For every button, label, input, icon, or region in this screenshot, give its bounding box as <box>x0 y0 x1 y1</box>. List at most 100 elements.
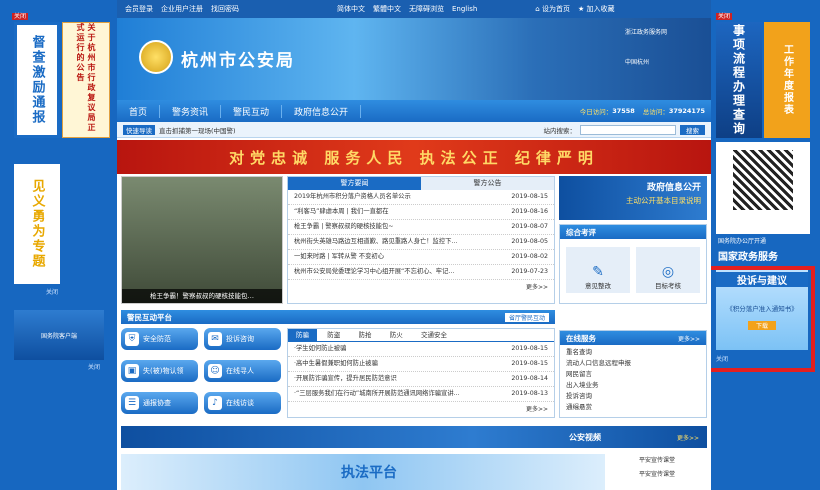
bulletin-button[interactable]: ☰ 通报协查 <box>121 392 198 414</box>
province-hall-link[interactable]: 省厅警民互动 <box>504 312 549 322</box>
nav-news[interactable]: 警务资讯 <box>160 104 222 118</box>
nav-gov-info[interactable]: 政府信息公开 <box>282 104 362 118</box>
right-banner-process[interactable]: 事项流程办理查询 <box>716 22 762 138</box>
item-title[interactable]: 一如来时路 | 军转从警 不变初心 <box>294 250 384 264</box>
list-item[interactable]: ·开展防诈骗宣传，提升居民防范意识 2019-08-14 <box>288 372 554 387</box>
video-header: 公安视频 更多>> <box>121 426 707 448</box>
list-item[interactable]: 杭州街头英雄马路边互相道歉、路见重路人身亡！监控下... 2019-08-05 <box>288 235 554 250</box>
list-item[interactable]: 2019年杭州市积分落户资格人员名单公示 2019-08-15 <box>288 190 554 205</box>
item-title[interactable]: 杭州街头英雄马路边互相道歉、路见重路人身亡！监控下... <box>294 235 457 249</box>
online-service-item[interactable]: 流动人口信息远程申报 <box>566 358 700 369</box>
online-service-item[interactable]: 出入境业务 <box>566 380 700 391</box>
gov-info-banner[interactable]: 政府信息公开 主动公开基本目录说明 <box>559 176 707 220</box>
item-title[interactable]: “利客马”肆虐本周 | 我们一直都在 <box>294 205 389 219</box>
list-item[interactable]: 杭州市公安局党委理论学习中心组开展“不忘初心、牢记... 2019-07-23 <box>288 265 554 280</box>
favorite-link[interactable]: ★ 加入收藏 <box>578 4 615 14</box>
list-item[interactable]: 一如来时路 | 军转从警 不变初心 2019-08-02 <box>288 250 554 265</box>
tab-police-news[interactable]: 警方要闻 <box>288 177 421 190</box>
nav-home[interactable]: 首页 <box>117 104 161 118</box>
list-item[interactable]: ·高中生暑假兼职如何防止被骗 2019-08-15 <box>288 357 554 372</box>
item-title[interactable]: ·“三层服务我们在行动”城南所开展防范通讯网络诈骗宣讲... <box>294 387 460 401</box>
list-item[interactable]: ·学生如何防止被骗 2019-08-15 <box>288 342 554 357</box>
left-ad-app[interactable]: 国务院客户端 <box>14 310 104 360</box>
complaint-consult-button[interactable]: ✉ 投诉咨询 <box>204 328 281 350</box>
set-home-link[interactable]: ⌂ 设为首页 <box>535 4 570 14</box>
tab-fire[interactable]: 防火 <box>382 329 411 341</box>
item-title[interactable]: 杭州市公安局党委理论学习中心组开展“不忘初心、牢记... <box>294 265 454 279</box>
tab-fraud[interactable]: 防骗 <box>288 329 317 341</box>
chat-icon: ✉ <box>208 332 222 346</box>
lost-found-button[interactable]: ▣ 失(被)物认领 <box>121 360 198 382</box>
left-close-link-2[interactable]: 关闭 <box>46 287 58 296</box>
online-service-item[interactable]: 网民留言 <box>566 369 700 380</box>
bulletin-icon: ☰ <box>125 396 139 410</box>
right-close-link-2[interactable]: 关闭 <box>716 354 728 363</box>
complaint-banner[interactable]: 投诉与建议 《积分落户准入通知书》 下载 <box>716 270 808 350</box>
search-button[interactable]: 搜索 <box>680 124 705 135</box>
left-banner-hero[interactable]: 见义勇为专题 <box>14 164 60 284</box>
quick-guide-label: 快速导读 <box>123 124 155 135</box>
gov-service-title: 国家政务服务 <box>718 252 778 263</box>
online-service-header: 在线服务 更多>> <box>560 331 706 345</box>
find-person-button[interactable]: ☺ 在线寻人 <box>204 360 281 382</box>
interview-button[interactable]: ♪ 在线访谈 <box>204 392 281 414</box>
gov-info-title: 政府信息公开 <box>646 183 701 193</box>
banner-links[interactable]: 浙江政务服务网 中国杭州 <box>625 26 667 70</box>
list-item[interactable]: 枪王争霸 | 警察叔叔的硬核技能包~ 2019-08-07 <box>288 220 554 235</box>
traditional-link[interactable]: 繁體中文 <box>373 4 401 14</box>
right-banner-report[interactable]: 工作年度报表 <box>764 22 810 138</box>
item-date: 2019-07-23 <box>511 268 548 275</box>
simplified-link[interactable]: 简体中文 <box>337 4 365 14</box>
item-title[interactable]: 2019年杭州市积分落户资格人员名单公示 <box>294 190 411 204</box>
tab-robbery[interactable]: 防抢 <box>350 329 379 341</box>
enterprise-register-link[interactable]: 企业用户注册 <box>161 4 203 14</box>
interaction-header: 警民互动平台 省厅警民互动 <box>121 310 555 324</box>
english-link[interactable]: English <box>452 5 477 13</box>
search-input[interactable] <box>580 124 676 135</box>
left-banner-notice[interactable]: 关于杭州市行政复议局正式运行的公告 <box>62 22 110 138</box>
tab-traffic[interactable]: 交通安全 <box>413 329 455 341</box>
tab-theft[interactable]: 防盗 <box>319 329 348 341</box>
left-banner-supervision[interactable]: 督查激励通报 <box>14 22 60 138</box>
item-title[interactable]: ·学生如何防止被骗 <box>294 342 346 356</box>
main-content: 会员登录 企业用户注册 找回密码 简体中文 繁體中文 无障碍浏览 English… <box>117 0 711 490</box>
news-panel: 警方要闻 警方公告 2019年杭州市积分落户资格人员名单公示 2019-08-15… <box>287 176 555 304</box>
left-close-link-3[interactable]: 关闭 <box>88 362 100 371</box>
member-login-link[interactable]: 会员登录 <box>125 4 153 14</box>
find-password-link[interactable]: 找回密码 <box>211 4 239 14</box>
target-icon: ◎ <box>661 264 675 280</box>
news-photo[interactable]: 枪王争霸！警察叔叔的硬核技能包… <box>121 176 283 304</box>
list-item[interactable]: “利客马”肆虐本周 | 我们一直都在 2019-08-16 <box>288 205 554 220</box>
rectify-button[interactable]: ✎ 意见整改 <box>566 247 630 293</box>
news-more-link[interactable]: 更多>> <box>288 280 554 293</box>
right-close-button[interactable]: 关闭 <box>716 11 733 20</box>
item-title[interactable]: ·开展防诈骗宣传，提升居民防范意识 <box>294 372 397 386</box>
photo-caption[interactable]: 枪王争霸！警察叔叔的硬核技能包… <box>122 289 282 303</box>
target-assessment-button[interactable]: ◎ 目标考核 <box>636 247 700 293</box>
tab-police-notice[interactable]: 警方公告 <box>421 177 554 190</box>
left-close-button[interactable]: 关闭 <box>12 11 29 20</box>
online-service-item[interactable]: 投诉咨询 <box>566 391 700 402</box>
video-link-1[interactable]: 平安宣传课堂 <box>639 454 707 468</box>
item-title[interactable]: 枪王争霸 | 警察叔叔的硬核技能包~ <box>294 220 394 234</box>
item-title[interactable]: ·高中生暑假兼职如何防止被骗 <box>294 357 378 371</box>
online-more-link[interactable]: 更多>> <box>678 334 700 343</box>
safety-button[interactable]: ⛨ 安全防范 <box>121 328 198 350</box>
online-service-item[interactable]: 重名查询 <box>566 347 700 358</box>
video-more-link[interactable]: 更多>> <box>677 433 699 442</box>
item-date: 2019-08-05 <box>511 238 548 245</box>
video-title: 公安视频 <box>569 432 601 442</box>
video-link-2[interactable]: 平安宣传课堂 <box>639 468 707 482</box>
list-item[interactable]: ·“三层服务我们在行动”城南所开展防范通讯网络诈骗宣讲... 2019-08-13 <box>288 387 554 402</box>
quick-guide-link[interactable]: 直击抓捕第一现场(中国警) <box>159 125 236 135</box>
enforcement-banner[interactable]: 执法平台 <box>121 454 605 490</box>
quick-guide-bar: 快速导读 直击抓捕第一现场(中国警) 站内搜索： 搜索 <box>117 122 711 138</box>
gov-service-caption: 国务院办公厅开通 <box>718 238 767 245</box>
barrier-free-link[interactable]: 无障碍浏览 <box>409 4 444 14</box>
download-button[interactable]: 下载 <box>748 321 776 330</box>
nav-interaction[interactable]: 警民互动 <box>221 104 283 118</box>
online-service-item[interactable]: 通缉悬赏 <box>566 402 700 413</box>
item-date: 2019-08-13 <box>511 390 548 397</box>
prevention-more-link[interactable]: 更多>> <box>288 402 554 415</box>
prevention-list: ·学生如何防止被骗 2019-08-15 ·高中生暑假兼职如何防止被骗 2019-08… <box>288 342 554 402</box>
